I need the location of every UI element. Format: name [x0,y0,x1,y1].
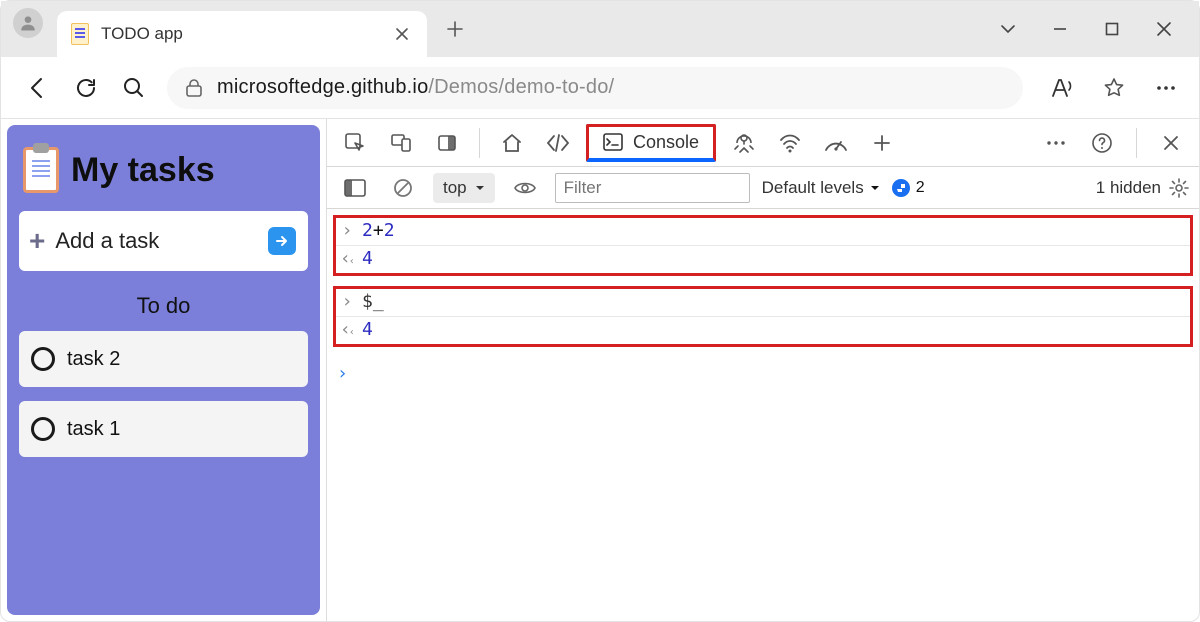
devtools-tabs: Console [327,119,1199,167]
task-list: task 2 task 1 [19,331,308,457]
url-text: microsoftedge.github.io/Demos/demo-to-do… [217,76,614,99]
more-icon[interactable] [1151,73,1181,103]
inspect-element-icon[interactable] [337,125,373,161]
clear-console-icon[interactable] [385,170,421,206]
console-icon [603,133,623,151]
page-viewport: My tasks + Add a task To do task 2 task 1 [1,119,326,621]
live-expression-icon[interactable] [507,170,543,206]
plus-icon: + [29,225,45,257]
filter-input[interactable] [555,173,750,203]
page-heading-row: My tasks [19,141,308,211]
console-text: 4 [362,319,373,340]
task-label: task 2 [67,348,120,371]
network-tab-icon[interactable] [772,125,808,161]
lock-icon [185,78,203,98]
add-task-input[interactable]: + Add a task [19,211,308,271]
add-tab-icon[interactable] [864,125,900,161]
issues-badge-icon [892,179,910,197]
input-chevron-icon: › [340,220,354,241]
devtools-more-icon[interactable] [1038,125,1074,161]
console-text: 4 [362,248,373,269]
browser-tab[interactable]: TODO app [57,11,427,57]
chevron-down-icon[interactable] [993,14,1023,44]
close-window-button[interactable] [1149,14,1179,44]
console-toolbar: top Default levels 2 1 hidden [327,167,1199,209]
reload-button[interactable] [71,73,101,103]
read-aloud-icon[interactable] [1047,73,1077,103]
console-output-line: ‹4 [336,246,1190,273]
welcome-tab-icon[interactable] [494,125,530,161]
new-tab-button[interactable] [435,9,475,49]
toggle-sidebar-icon[interactable] [337,170,373,206]
console-output-line: ‹4 [336,317,1190,344]
back-button[interactable] [23,73,53,103]
output-chevron-icon: ‹ [340,248,354,269]
context-label: top [443,178,467,198]
sources-tab-icon[interactable] [726,125,762,161]
task-checkbox[interactable] [31,417,55,441]
console-input-line: › $_ [336,289,1190,317]
favorite-icon[interactable] [1099,73,1129,103]
tab-title: TODO app [101,24,379,44]
console-group: ›$_‹4 [333,286,1193,347]
navigation-bar: microsoftedge.github.io/Demos/demo-to-do… [1,57,1199,119]
log-levels-dropdown[interactable]: Default levels [762,178,880,198]
window-controls [993,1,1195,57]
address-bar[interactable]: microsoftedge.github.io/Demos/demo-to-do… [167,67,1023,109]
clipboard-icon [23,147,59,193]
device-emulation-icon[interactable] [383,125,419,161]
profile-avatar[interactable] [13,8,43,38]
console-input-line: › 2+2 [336,218,1190,246]
console-tab[interactable]: Console [586,124,716,162]
output-chevron-icon: ‹ [340,319,354,340]
performance-tab-icon[interactable] [818,125,854,161]
console-group: ›2+2‹4 [333,215,1193,276]
titlebar: TODO app [1,1,1199,57]
prompt-chevron-icon: › [337,363,348,384]
input-chevron-icon: › [340,291,354,312]
issues-button[interactable]: 2 [892,179,925,197]
hidden-messages[interactable]: 1 hidden [1096,178,1189,198]
console-log[interactable]: ›2+2‹4›$_‹4› [327,209,1199,621]
task-label: task 1 [67,418,120,441]
search-button[interactable] [119,73,149,103]
section-heading: To do [19,293,308,319]
console-text: $_ [362,291,384,312]
task-row[interactable]: task 1 [19,401,308,457]
add-task-placeholder: Add a task [55,228,258,254]
minimize-button[interactable] [1045,14,1075,44]
page-favicon-clipboard [71,23,89,45]
dock-side-icon[interactable] [429,125,465,161]
browser-window: TODO app microsoftedge.github.io/Demos/d… [0,0,1200,622]
devtools-close-icon[interactable] [1153,125,1189,161]
issues-count: 2 [916,179,925,197]
help-icon[interactable] [1084,125,1120,161]
levels-label: Default levels [762,178,864,198]
todo-app: My tasks + Add a task To do task 2 task 1 [7,125,320,615]
page-heading: My tasks [71,151,215,190]
task-checkbox[interactable] [31,347,55,371]
console-settings-icon[interactable] [1169,178,1189,198]
maximize-button[interactable] [1097,14,1127,44]
tab-close-button[interactable] [391,23,413,45]
console-prompt[interactable]: › [327,357,1199,388]
elements-tab-icon[interactable] [540,125,576,161]
console-tab-label: Console [633,132,699,153]
console-text: 2+2 [362,220,395,241]
devtools-panel: Console top Default levels [326,119,1199,621]
hidden-label: 1 hidden [1096,178,1161,198]
submit-arrow-icon[interactable] [268,227,296,255]
url-actions [1047,73,1181,103]
context-selector[interactable]: top [433,173,495,203]
task-row[interactable]: task 2 [19,331,308,387]
main-area: My tasks + Add a task To do task 2 task 1 [1,119,1199,621]
